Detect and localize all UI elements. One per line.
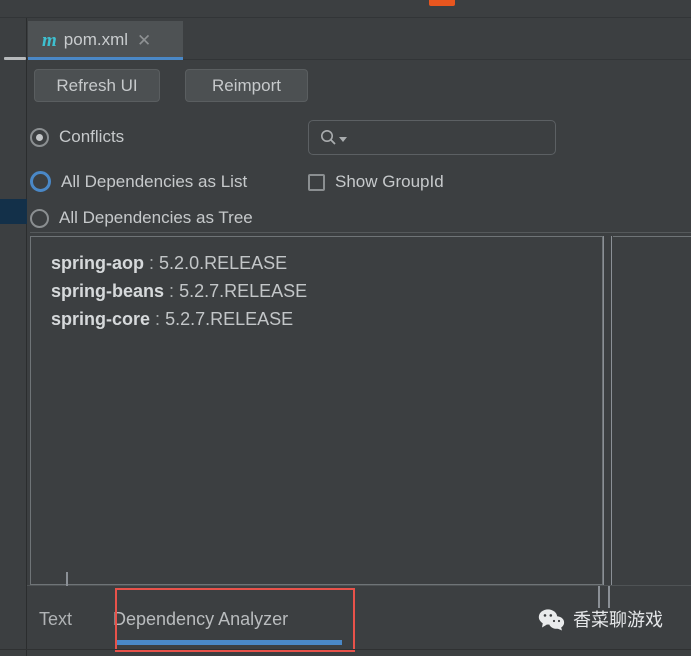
editor-tab-active-underline — [28, 57, 183, 60]
dependency-version: 5.2.7.RELEASE — [165, 309, 294, 329]
dependency-version: 5.2.0.RELEASE — [159, 253, 288, 273]
close-icon[interactable]: ✕ — [137, 32, 151, 49]
checkbox-show-groupid-icon — [308, 173, 325, 191]
editor-tab-pom-xml[interactable]: m pom.xml ✕ — [28, 21, 183, 59]
editor-tab-bar: m pom.xml ✕ — [27, 18, 691, 60]
radio-all-dependencies-as-tree-icon — [30, 208, 49, 228]
radio-conflicts[interactable]: Conflicts — [30, 127, 124, 147]
gutter-selected-item[interactable] — [0, 199, 27, 224]
radio-all-dependencies-as-list[interactable]: All Dependencies as List — [30, 171, 247, 192]
dependency-detail-panel[interactable] — [613, 236, 691, 585]
dependency-version: 5.2.7.RELEASE — [179, 281, 308, 301]
top-strip — [0, 0, 691, 18]
reimport-button[interactable]: Reimport — [185, 69, 308, 102]
radio-all-dependencies-as-list-icon — [30, 171, 51, 192]
chevron-down-icon[interactable] — [339, 137, 347, 142]
maven-dependency-analyzer-window: m pom.xml ✕ Refresh UI Reimport Conflict… — [0, 0, 691, 656]
dependency-list-panel[interactable]: spring-aop : 5.2.0.RELEASE spring-beans … — [30, 236, 603, 585]
list-item[interactable]: spring-core : 5.2.7.RELEASE — [51, 305, 602, 333]
minimize-icon[interactable] — [4, 57, 26, 60]
refresh-ui-button[interactable]: Refresh UI — [34, 69, 160, 102]
radio-conflicts-icon — [30, 127, 49, 147]
checkbox-show-groupid[interactable]: Show GroupId — [308, 172, 444, 192]
radio-all-dependencies-as-tree[interactable]: All Dependencies as Tree — [30, 208, 253, 228]
radio-all-dependencies-as-tree-label: All Dependencies as Tree — [59, 208, 253, 227]
maven-m-icon: m — [42, 29, 57, 51]
panel-splitter[interactable] — [603, 236, 613, 585]
tab-text[interactable]: Text — [39, 609, 72, 630]
checkbox-show-groupid-label: Show GroupId — [335, 172, 444, 191]
watermark-text: 香菜聊游戏 — [573, 610, 663, 630]
tool-window-gutter — [0, 18, 27, 656]
wechat-icon — [538, 608, 565, 630]
dependency-artifact: spring-beans — [51, 281, 165, 301]
list-item[interactable]: spring-aop : 5.2.0.RELEASE — [51, 249, 602, 277]
orange-indicator-icon — [429, 0, 455, 6]
panel-top-divider — [30, 232, 691, 233]
annotation-highlight-box — [115, 588, 355, 652]
editor-tab-label: pom.xml — [63, 30, 129, 49]
watermark-ticks — [598, 586, 610, 608]
search-icon — [321, 130, 336, 145]
search-input[interactable] — [308, 120, 556, 155]
watermark: 香菜聊游戏 — [538, 606, 663, 632]
dependency-artifact: spring-aop — [51, 253, 144, 273]
radio-conflicts-label: Conflicts — [59, 127, 125, 146]
list-item[interactable]: spring-beans : 5.2.7.RELEASE — [51, 277, 602, 305]
bottom-edge-divider — [0, 649, 691, 650]
dependency-artifact: spring-core — [51, 309, 151, 329]
radio-all-dependencies-as-list-label: All Dependencies as List — [61, 171, 248, 191]
